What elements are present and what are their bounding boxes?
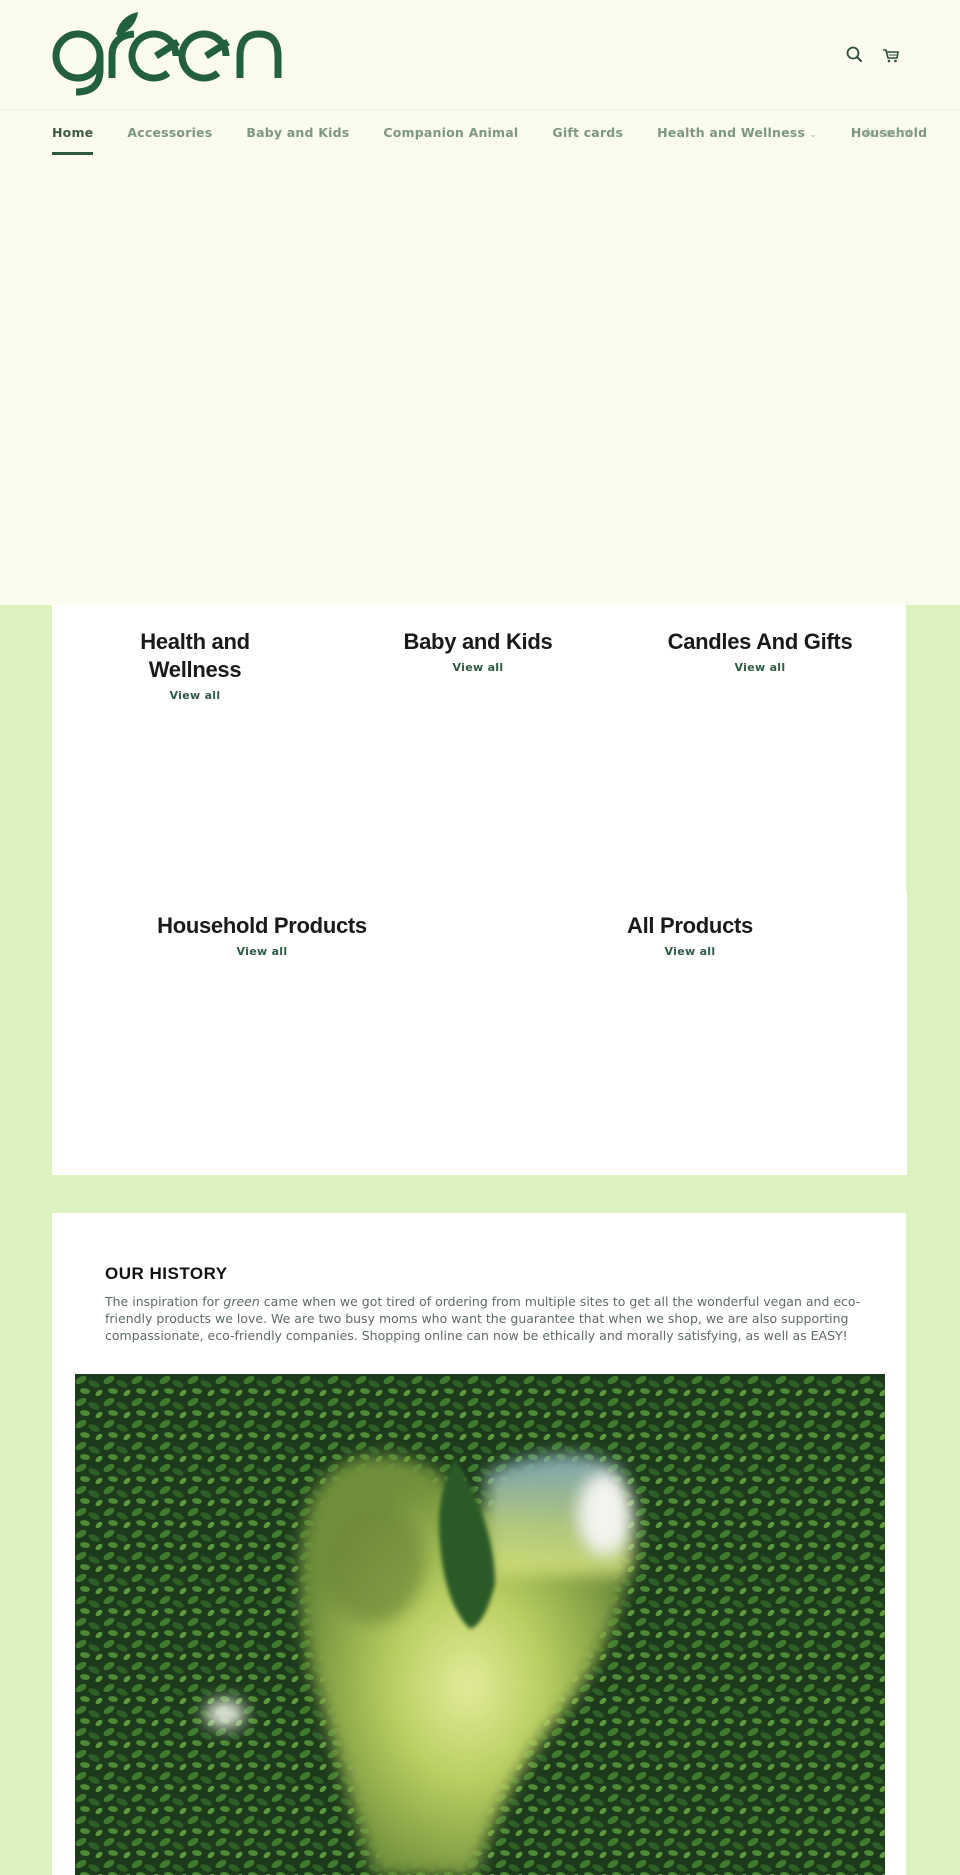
collection-card-baby-and-kids[interactable]: Baby and Kids View all (378, 628, 578, 675)
nav-item-label: Health and Wellness (657, 125, 806, 140)
search-icon[interactable] (844, 44, 866, 66)
main-nav: Home Accessories Baby and Kids Companion… (52, 124, 960, 160)
history-section: OUR HISTORY The inspiration for green ca… (52, 1213, 906, 1875)
chevron-down-icon: ⌄ (809, 130, 817, 140)
history-text: The inspiration for green came when we g… (105, 1294, 861, 1343)
view-all-link[interactable]: View all (237, 945, 288, 958)
account-link[interactable]: Account (864, 124, 912, 142)
collection-title: Baby and Kids (403, 629, 553, 654)
header-divider (0, 109, 960, 110)
collection-title: All Products (627, 913, 753, 938)
brand-emphasis: green (223, 1294, 260, 1309)
collection-card-household-products[interactable]: Household Products View all (132, 912, 392, 959)
collection-title: Health and Wellness (140, 629, 250, 682)
nav-item-companion-animal[interactable]: Companion Animal (383, 124, 518, 142)
green-logo-icon (52, 12, 282, 96)
nav-item-baby-and-kids[interactable]: Baby and Kids (246, 124, 349, 142)
nav-item-gift-cards[interactable]: Gift cards (552, 124, 623, 142)
collection-grid-edge (904, 890, 907, 1175)
collection-grid: Health and Wellness View all Baby and Kid… (52, 605, 906, 1175)
view-all-link[interactable]: View all (170, 689, 221, 702)
collection-title: Household Products (157, 913, 367, 938)
nav-item-health-and-wellness[interactable]: Health and Wellness ⌄ (657, 124, 817, 144)
collection-title: Candles And Gifts (667, 629, 853, 654)
logo[interactable] (50, 12, 282, 98)
history-title: OUR HISTORY (105, 1264, 228, 1283)
hedge-heart-image (75, 1374, 885, 1875)
collection-card-candles-and-gifts[interactable]: Candles And Gifts View all (660, 628, 860, 675)
collection-card-health-and-wellness[interactable]: Health and Wellness View all (95, 628, 295, 703)
collection-card-all-products[interactable]: All Products View all (560, 912, 820, 959)
cart-icon[interactable] (880, 44, 902, 66)
nav-item-home[interactable]: Home (52, 124, 94, 155)
nav-item-accessories[interactable]: Accessories (127, 124, 212, 142)
view-all-link[interactable]: View all (453, 661, 504, 674)
view-all-link[interactable]: View all (735, 661, 786, 674)
site-header: Home Accessories Baby and Kids Companion… (0, 0, 960, 605)
view-all-link[interactable]: View all (665, 945, 716, 958)
